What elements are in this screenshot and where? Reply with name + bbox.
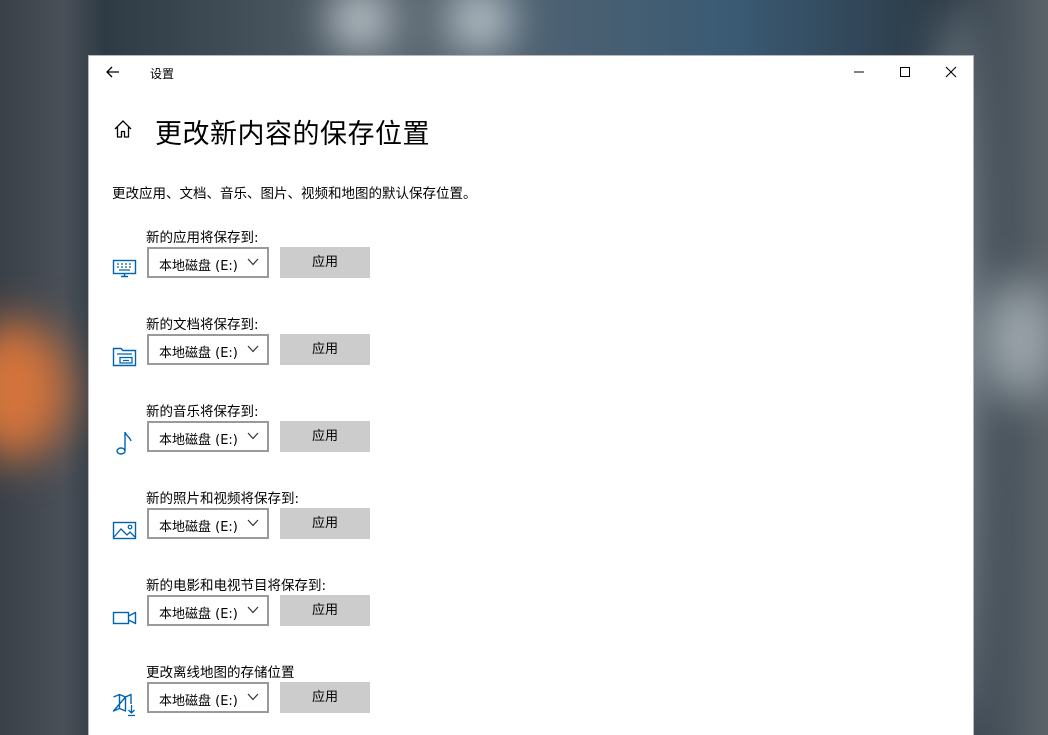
page-description: 更改应用、文档、音乐、图片、视频和地图的默认保存位置。 [112, 186, 477, 202]
minimize-button[interactable] [836, 58, 882, 86]
apply-button-photos[interactable]: 应用 [280, 508, 370, 539]
save-location-maps: 更改离线地图的存储位置 本地磁盘 (E:) 应用 [89, 661, 973, 735]
save-location-movies: 新的电影和电视节目将保存到: 本地磁盘 (E:) 应用 [89, 574, 973, 654]
drive-select-maps[interactable]: 本地磁盘 (E:) [147, 682, 269, 713]
maximize-button[interactable] [882, 58, 928, 86]
dropdown-value: 本地磁盘 (E:) [159, 607, 238, 622]
chevron-down-icon [247, 693, 259, 701]
back-arrow-icon [106, 66, 119, 78]
settings-window: 设置 更改新内容的保存位置 更改应用、文档、音乐、图片、视频和地图的默认保存位置… [88, 55, 974, 735]
document-folder-icon [112, 343, 138, 369]
dropdown-value: 本地磁盘 (E:) [159, 520, 238, 535]
section-label: 新的文档将保存到: [146, 317, 259, 333]
dropdown-value: 本地磁盘 (E:) [159, 433, 238, 448]
dropdown-value: 本地磁盘 (E:) [159, 259, 238, 274]
maximize-icon [900, 67, 910, 77]
home-icon [114, 120, 132, 138]
save-location-music: 新的音乐将保存到: 本地磁盘 (E:) 应用 [89, 400, 973, 480]
section-label: 新的应用将保存到: [146, 230, 259, 246]
map-download-icon [112, 691, 138, 717]
drive-select-movies[interactable]: 本地磁盘 (E:) [147, 595, 269, 626]
apply-button-music[interactable]: 应用 [280, 421, 370, 452]
back-button[interactable] [101, 62, 125, 82]
close-icon [945, 66, 957, 78]
save-location-apps: 新的应用将保存到: 本地磁盘 (E:) 应用 [89, 226, 973, 306]
page-title: 更改新内容的保存位置 [155, 119, 430, 150]
save-location-photos: 新的照片和视频将保存到: 本地磁盘 (E:) 应用 [89, 487, 973, 567]
section-label: 更改离线地图的存储位置 [146, 665, 295, 681]
music-note-icon [112, 430, 138, 456]
chevron-down-icon [247, 258, 259, 266]
drive-select-music[interactable]: 本地磁盘 (E:) [147, 421, 269, 452]
dropdown-value: 本地磁盘 (E:) [159, 694, 238, 709]
section-label: 新的电影和电视节目将保存到: [146, 578, 327, 594]
home-button[interactable] [112, 118, 134, 140]
window-title: 设置 [150, 67, 175, 81]
chevron-down-icon [247, 606, 259, 614]
picture-icon [112, 517, 138, 543]
drive-select-photos[interactable]: 本地磁盘 (E:) [147, 508, 269, 539]
apply-button-apps[interactable]: 应用 [280, 247, 370, 278]
section-label: 新的音乐将保存到: [146, 404, 259, 420]
save-location-documents: 新的文档将保存到: 本地磁盘 (E:) 应用 [89, 313, 973, 393]
close-button[interactable] [928, 58, 974, 86]
chevron-down-icon [247, 345, 259, 353]
minimize-icon [854, 71, 864, 73]
drive-select-documents[interactable]: 本地磁盘 (E:) [147, 334, 269, 365]
apply-button-movies[interactable]: 应用 [280, 595, 370, 626]
chevron-down-icon [247, 519, 259, 527]
chevron-down-icon [247, 432, 259, 440]
section-label: 新的照片和视频将保存到: [146, 491, 300, 507]
video-camera-icon [112, 604, 138, 630]
apply-button-documents[interactable]: 应用 [280, 334, 370, 365]
apply-button-maps[interactable]: 应用 [280, 682, 370, 713]
drive-select-apps[interactable]: 本地磁盘 (E:) [147, 247, 269, 278]
title-bar[interactable]: 设置 [89, 56, 973, 88]
monitor-keyboard-icon [112, 256, 138, 282]
dropdown-value: 本地磁盘 (E:) [159, 346, 238, 361]
